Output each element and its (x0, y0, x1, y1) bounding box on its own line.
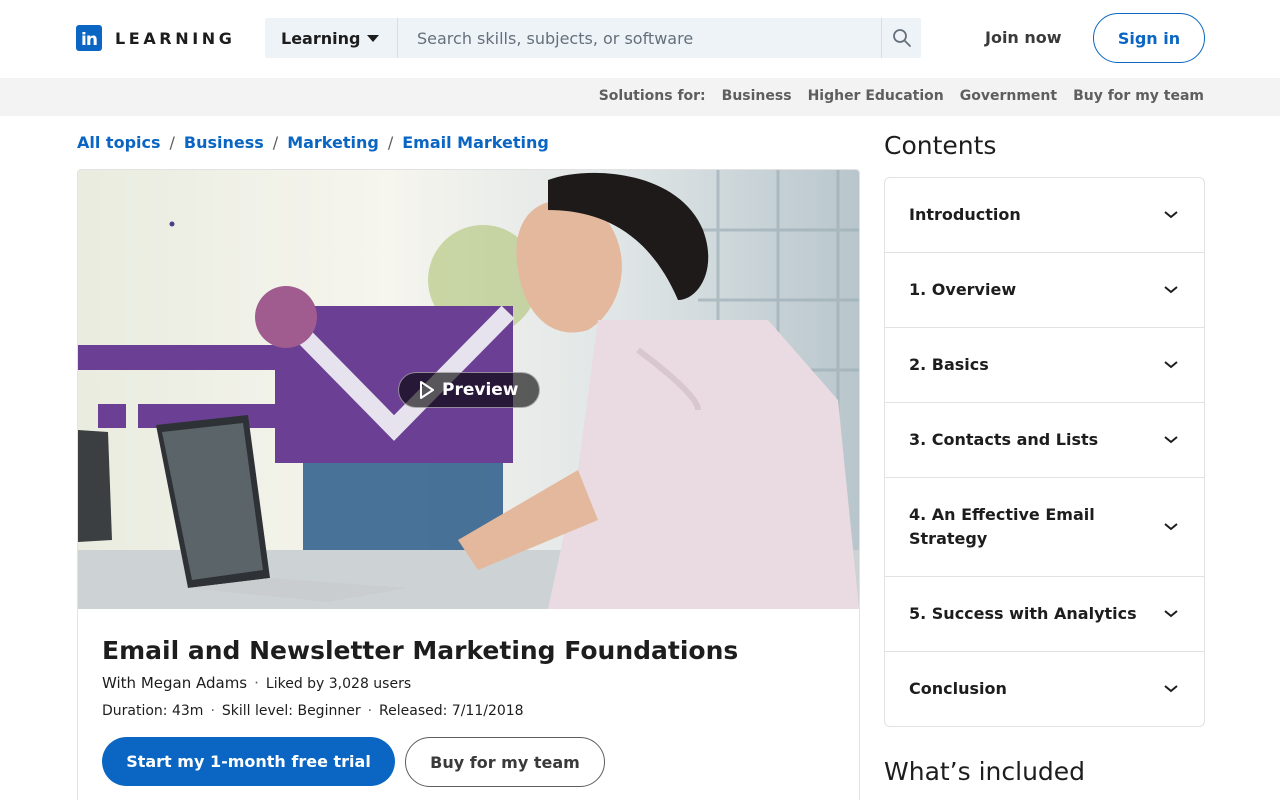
contents-item-introduction[interactable]: Introduction (885, 178, 1204, 253)
contents-accordion: Introduction 1. Overview 2. Basics 3. Co… (884, 177, 1205, 727)
chevron-down-icon (1164, 685, 1178, 693)
join-now-link[interactable]: Join now (985, 28, 1062, 47)
course-details: Duration: 43m · Skill level: Beginner · Rele… (102, 703, 524, 719)
chevron-down-icon (1164, 211, 1178, 219)
breadcrumb-email-marketing[interactable]: Email Marketing (402, 133, 549, 152)
contents-item-effective-email-strategy[interactable]: 4. An Effective Email Strategy (885, 478, 1204, 577)
meta-separator: · (254, 674, 259, 692)
breadcrumb-business[interactable]: Business (184, 133, 264, 152)
solutions-label: Solutions for: (598, 88, 706, 104)
contents-item-label: 4. An Effective Email Strategy (909, 505, 1095, 548)
whats-included-heading: What’s included (884, 757, 1086, 786)
logo-text: LEARNING (115, 28, 236, 48)
breadcrumb-separator: / (387, 133, 394, 152)
breadcrumb-all-topics[interactable]: All topics (77, 133, 161, 152)
subnav-link-business[interactable]: Business (722, 88, 792, 104)
contents-item-contacts-and-lists[interactable]: 3. Contacts and Lists (885, 403, 1204, 478)
caret-down-icon (367, 34, 380, 42)
course-hero-image[interactable]: Preview (78, 170, 859, 609)
contents-item-basics[interactable]: 2. Basics (885, 328, 1204, 403)
linkedin-learning-logo[interactable]: in LEARNING (76, 25, 236, 51)
chevron-down-icon (1164, 436, 1178, 444)
chevron-down-icon (1164, 286, 1178, 294)
course-title: Email and Newsletter Marketing Foundatio… (102, 636, 739, 665)
meta-separator: · (210, 703, 215, 719)
contents-item-label: Introduction (909, 205, 1021, 224)
search-category-label: Learning (281, 28, 361, 48)
course-skill-level: Skill level: Beginner (221, 703, 361, 719)
search-input[interactable] (398, 18, 881, 58)
breadcrumb-marketing[interactable]: Marketing (287, 133, 379, 152)
solutions-subnav: Solutions for: Business Higher Education… (0, 78, 1280, 116)
search-bar: Learning (265, 18, 921, 58)
contents-item-label: 5. Success with Analytics (909, 604, 1137, 623)
contents-item-conclusion[interactable]: Conclusion (885, 652, 1204, 726)
sign-in-button[interactable]: Sign in (1093, 13, 1205, 63)
breadcrumb-separator: / (272, 133, 279, 152)
search-icon (892, 29, 911, 47)
contents-item-label: Conclusion (909, 679, 1007, 698)
breadcrumb: All topics / Business / Marketing / Emai… (77, 133, 549, 152)
search-button[interactable] (881, 18, 921, 58)
top-header: in LEARNING Learning Join now Sign in (0, 0, 1280, 76)
likes-count: Liked by 3,028 users (265, 676, 412, 692)
instructor-name: With Megan Adams (102, 674, 248, 692)
chevron-down-icon (1164, 523, 1178, 531)
chevron-down-icon (1164, 610, 1178, 618)
free-trial-button[interactable]: Start my 1-month free trial (102, 737, 395, 786)
subnav-link-government[interactable]: Government (960, 88, 1057, 104)
course-card: Preview Email and Newsletter Marketing F… (77, 169, 860, 800)
linkedin-logo-icon: in (76, 25, 102, 51)
contents-item-label: 2. Basics (909, 355, 989, 374)
course-duration: Duration: 43m (102, 703, 204, 719)
contents-item-overview[interactable]: 1. Overview (885, 253, 1204, 328)
chevron-down-icon (1164, 361, 1178, 369)
course-release-date: Released: 7/11/2018 (379, 703, 524, 719)
contents-item-label: 1. Overview (909, 280, 1017, 299)
meta-separator: · (367, 703, 373, 719)
play-icon (419, 381, 435, 399)
course-byline: With Megan Adams · Liked by 3,028 users (102, 674, 411, 692)
breadcrumb-separator: / (169, 133, 175, 152)
preview-button[interactable]: Preview (398, 372, 540, 408)
buy-for-team-button[interactable]: Buy for my team (405, 737, 605, 787)
contents-heading: Contents (884, 131, 997, 160)
search-category-dropdown[interactable]: Learning (265, 18, 398, 58)
subnav-link-higher-education[interactable]: Higher Education (808, 88, 944, 104)
preview-label: Preview (442, 380, 519, 400)
subnav-link-buy-for-team[interactable]: Buy for my team (1073, 88, 1204, 104)
contents-item-label: 3. Contacts and Lists (909, 430, 1099, 449)
contents-item-success-with-analytics[interactable]: 5. Success with Analytics (885, 577, 1204, 652)
